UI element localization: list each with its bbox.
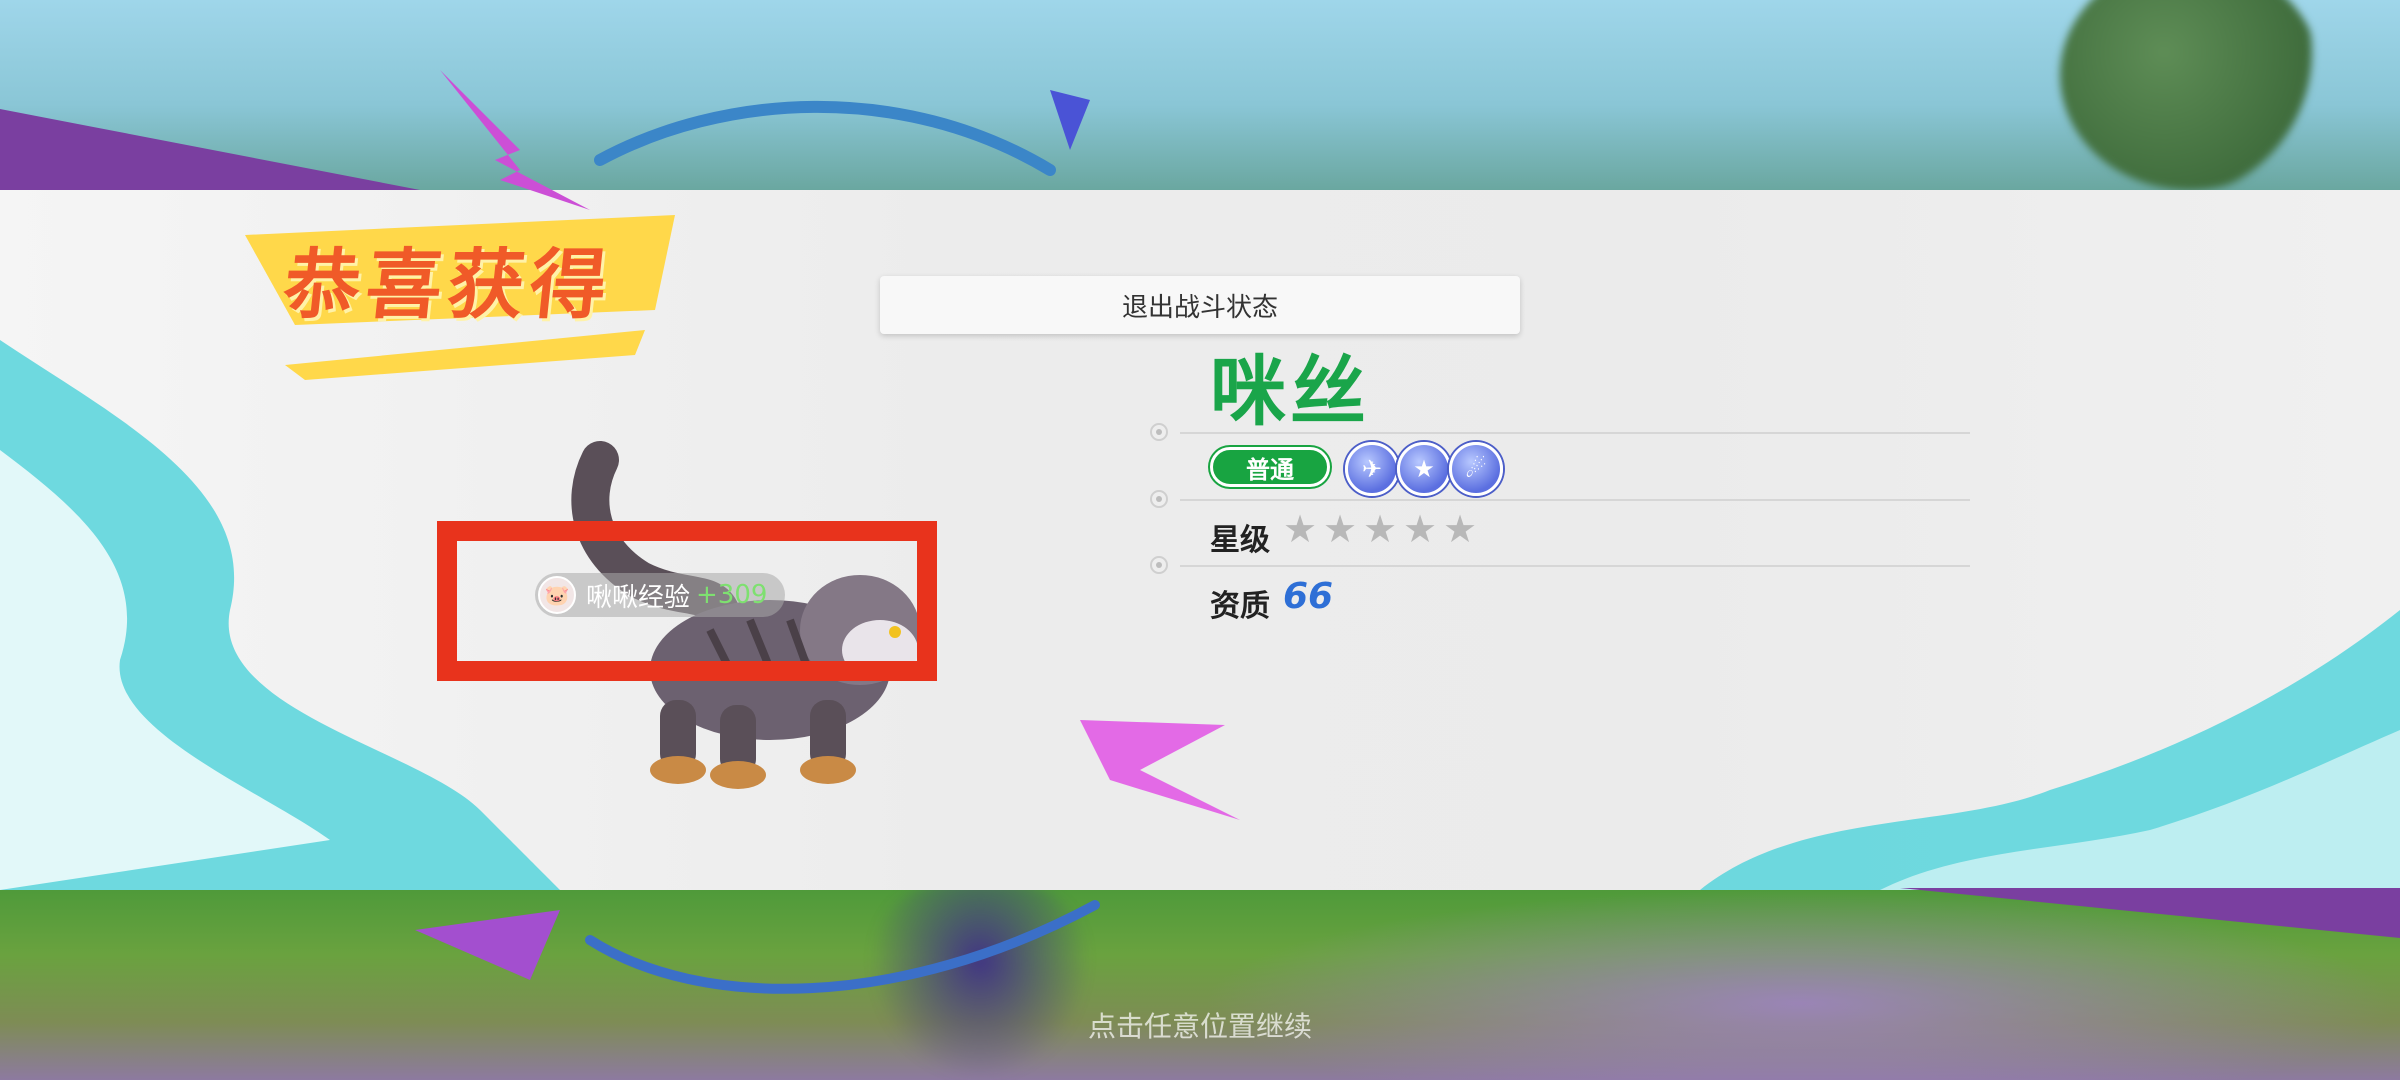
highlight-box <box>437 521 937 681</box>
star-badge-icon[interactable]: ★ <box>1397 442 1451 496</box>
quality-value: 66 <box>1283 576 1334 617</box>
divider <box>1180 432 1970 434</box>
exit-combat-status-button[interactable]: 退出战斗状态 <box>880 276 1520 334</box>
star-icon: ★ <box>1283 507 1318 551</box>
quality-label: 资质 <box>1210 589 1270 624</box>
monster-name: 咪丝 <box>1210 347 1370 436</box>
continue-hint[interactable]: 点击任意位置继续 <box>0 1005 2400 1045</box>
star-level-label: 星级 <box>1210 523 1270 558</box>
type-badge: 普通 <box>1210 447 1330 487</box>
row-marker <box>1150 556 1168 574</box>
swoosh-decoration <box>415 70 1100 994</box>
reward-banner: 恭喜获得 <box>245 215 675 380</box>
comet-icon[interactable]: ☄ <box>1449 442 1503 496</box>
star-icon: ★ <box>1443 507 1478 551</box>
divider <box>1180 565 1970 567</box>
banner-title: 恭喜获得 <box>279 240 617 329</box>
row-marker <box>1150 490 1168 508</box>
star-icon: ★ <box>1323 507 1358 551</box>
star-icon: ★ <box>1403 507 1438 551</box>
flying-kick-icon[interactable]: ✈ <box>1345 442 1399 496</box>
star-icon: ★ <box>1363 507 1398 551</box>
row-marker <box>1150 423 1168 441</box>
divider <box>1180 499 1970 501</box>
